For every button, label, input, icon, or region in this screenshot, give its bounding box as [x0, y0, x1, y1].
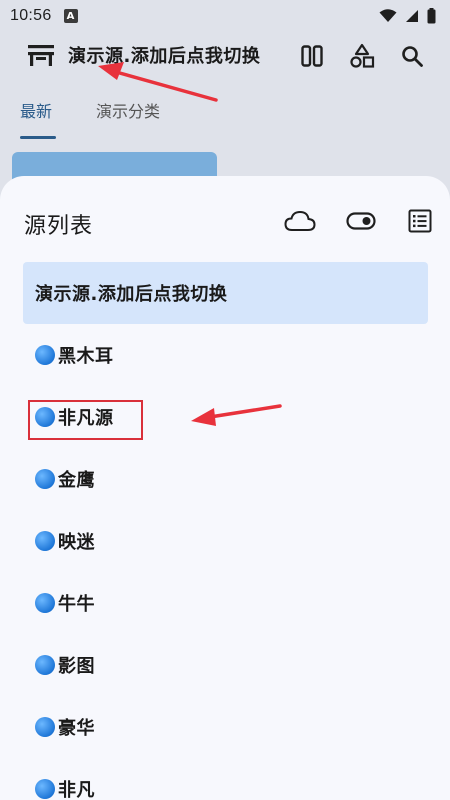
status-icons: [379, 8, 436, 24]
source-item-label: 金鹰: [58, 470, 95, 491]
source-list: 演示源.添加后点我切换 黑木耳 非凡源 金鹰 映迷 牛牛 影图 豪华 非凡: [23, 262, 428, 800]
tab-bar: 最新 演示分类: [0, 90, 450, 140]
blue-circle-icon: [35, 779, 55, 799]
search-icon[interactable]: [398, 42, 426, 70]
tab-indicator: [20, 136, 56, 139]
source-item[interactable]: 黑木耳: [23, 324, 428, 386]
status-time: 10:56: [10, 7, 52, 24]
sheet-title: 源列表: [24, 214, 94, 239]
blue-circle-icon: [35, 655, 55, 675]
source-item-label: 牛牛: [58, 594, 95, 615]
source-item[interactable]: 牛牛: [23, 572, 428, 634]
source-item[interactable]: 非凡: [23, 758, 428, 800]
wifi-icon: [379, 9, 397, 22]
source-item[interactable]: 金鹰: [23, 448, 428, 510]
source-item[interactable]: 影图: [23, 634, 428, 696]
source-item-selected[interactable]: 演示源.添加后点我切换: [23, 262, 428, 324]
tab-demo-category[interactable]: 演示分类: [96, 98, 160, 122]
notification-icon: A: [63, 9, 78, 23]
source-item-label: 豪华: [58, 718, 95, 739]
tab-latest[interactable]: 最新: [20, 98, 52, 122]
blue-circle-icon: [35, 717, 55, 737]
current-source-title[interactable]: 演示源.添加后点我切换: [68, 42, 260, 68]
list-manage-icon[interactable]: [403, 206, 437, 236]
category-icon[interactable]: [348, 42, 376, 70]
columns-icon[interactable]: [298, 42, 326, 70]
cloud-icon[interactable]: [283, 206, 317, 236]
source-item-label: 映迷: [58, 532, 95, 553]
blue-circle-icon: [35, 531, 55, 551]
source-item[interactable]: 映迷: [23, 510, 428, 572]
source-item-label: 黑木耳: [58, 346, 114, 367]
status-bar: 10:56 A: [0, 0, 450, 32]
battery-icon: [427, 8, 436, 24]
signal-icon: [406, 10, 418, 22]
blue-circle-icon: [35, 469, 55, 489]
source-item-label: 演示源.添加后点我切换: [35, 284, 228, 305]
blue-circle-icon: [35, 345, 55, 365]
source-item-label: 非凡: [58, 780, 95, 800]
toggle-icon[interactable]: [344, 206, 378, 236]
source-item-label: 影图: [58, 656, 95, 677]
blue-circle-icon: [35, 593, 55, 613]
app-bar: 演示源.添加后点我切换: [0, 32, 450, 78]
source-switch-icon[interactable]: [26, 42, 56, 68]
highlight-box: [28, 400, 143, 440]
source-item[interactable]: 豪华: [23, 696, 428, 758]
source-list-sheet: 源列表 演示源.添加后点我切换 黑木耳 非凡源 金鹰 映迷 牛牛 影图 豪华 非…: [0, 176, 450, 800]
